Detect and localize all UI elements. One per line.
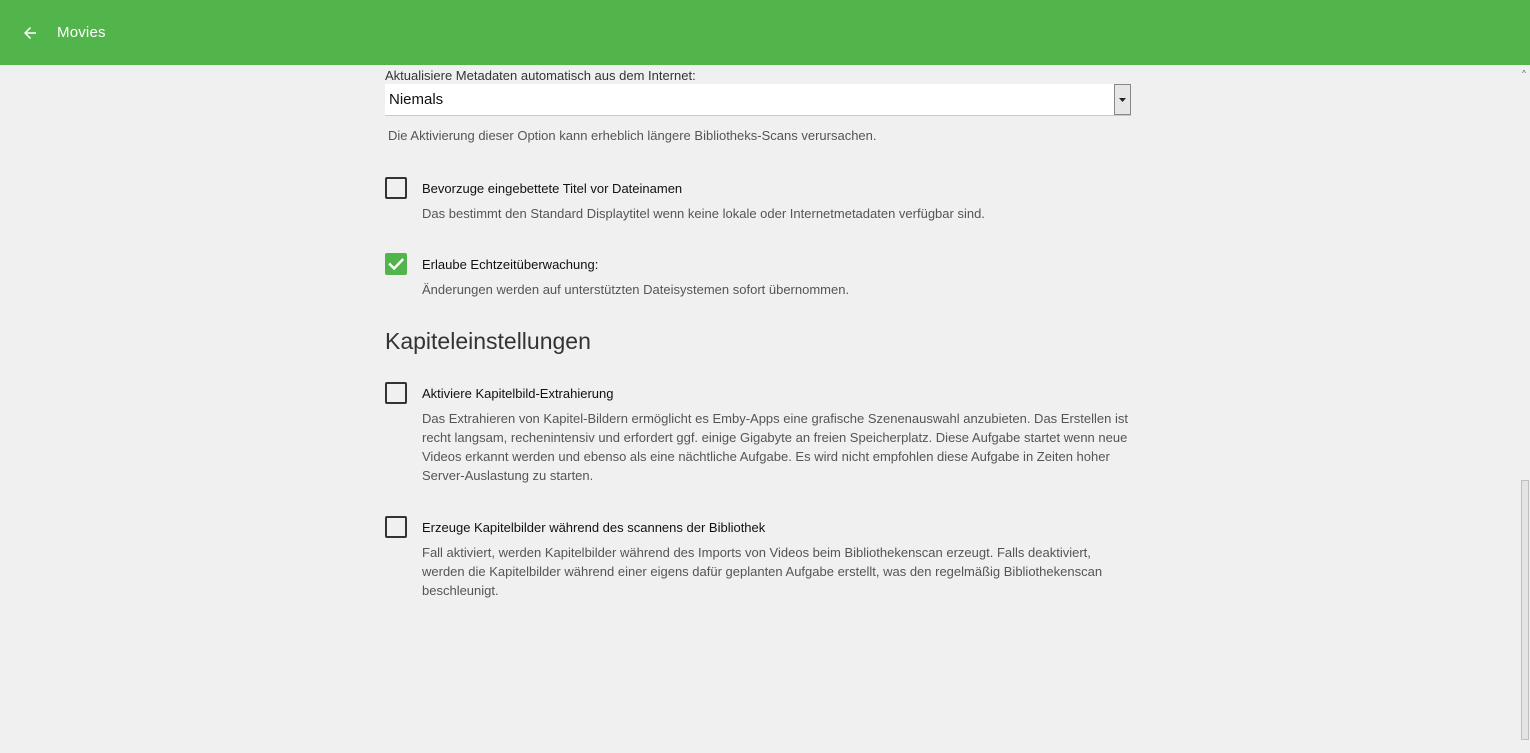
metadata-refresh-label: Aktualisiere Metadaten automatisch aus d… xyxy=(385,68,696,83)
realtime-monitor-label[interactable]: Erlaube Echtzeitüberwachung: xyxy=(422,257,598,272)
back-button[interactable] xyxy=(15,18,45,48)
chapter-scan-label[interactable]: Erzeuge Kapitelbilder während des scanne… xyxy=(422,520,765,535)
embedded-titles-checkbox[interactable] xyxy=(385,177,407,199)
realtime-monitor-checkbox[interactable] xyxy=(385,253,407,275)
chapter-extraction-checkbox[interactable] xyxy=(385,382,407,404)
metadata-refresh-help: Die Aktivierung dieser Option kann erheb… xyxy=(388,128,877,143)
scrollbar-thumb[interactable] xyxy=(1521,480,1529,740)
chapter-settings-heading: Kapiteleinstellungen xyxy=(385,328,591,354)
scroll-up-icon[interactable]: ^ xyxy=(1522,69,1526,78)
realtime-monitor-help: Änderungen werden auf unterstützten Date… xyxy=(422,282,850,297)
chapter-scan-help: Fall aktiviert, werden Kapitelbilder wäh… xyxy=(422,545,1103,598)
chapter-scan-checkbox[interactable] xyxy=(385,516,407,538)
embedded-titles-label[interactable]: Bevorzuge eingebettete Titel vor Dateina… xyxy=(422,181,682,196)
page-title: Movies xyxy=(57,24,106,41)
app-header: Movies xyxy=(0,0,1530,65)
chapter-extraction-label[interactable]: Aktiviere Kapitelbild-Extrahierung xyxy=(422,386,613,401)
metadata-refresh-value: Niemals xyxy=(389,91,444,108)
chapter-extraction-help: Das Extrahieren von Kapitel-Bildern ermö… xyxy=(422,411,1128,483)
vertical-scrollbar[interactable]: ^ xyxy=(1520,65,1530,753)
embedded-titles-help: Das bestimmt den Standard Displaytitel w… xyxy=(422,206,985,221)
arrow-left-icon xyxy=(24,26,36,39)
checkmark-icon xyxy=(388,258,405,271)
metadata-refresh-select[interactable]: Niemals xyxy=(385,84,1131,116)
dropdown-arrow-icon[interactable] xyxy=(1114,84,1131,115)
